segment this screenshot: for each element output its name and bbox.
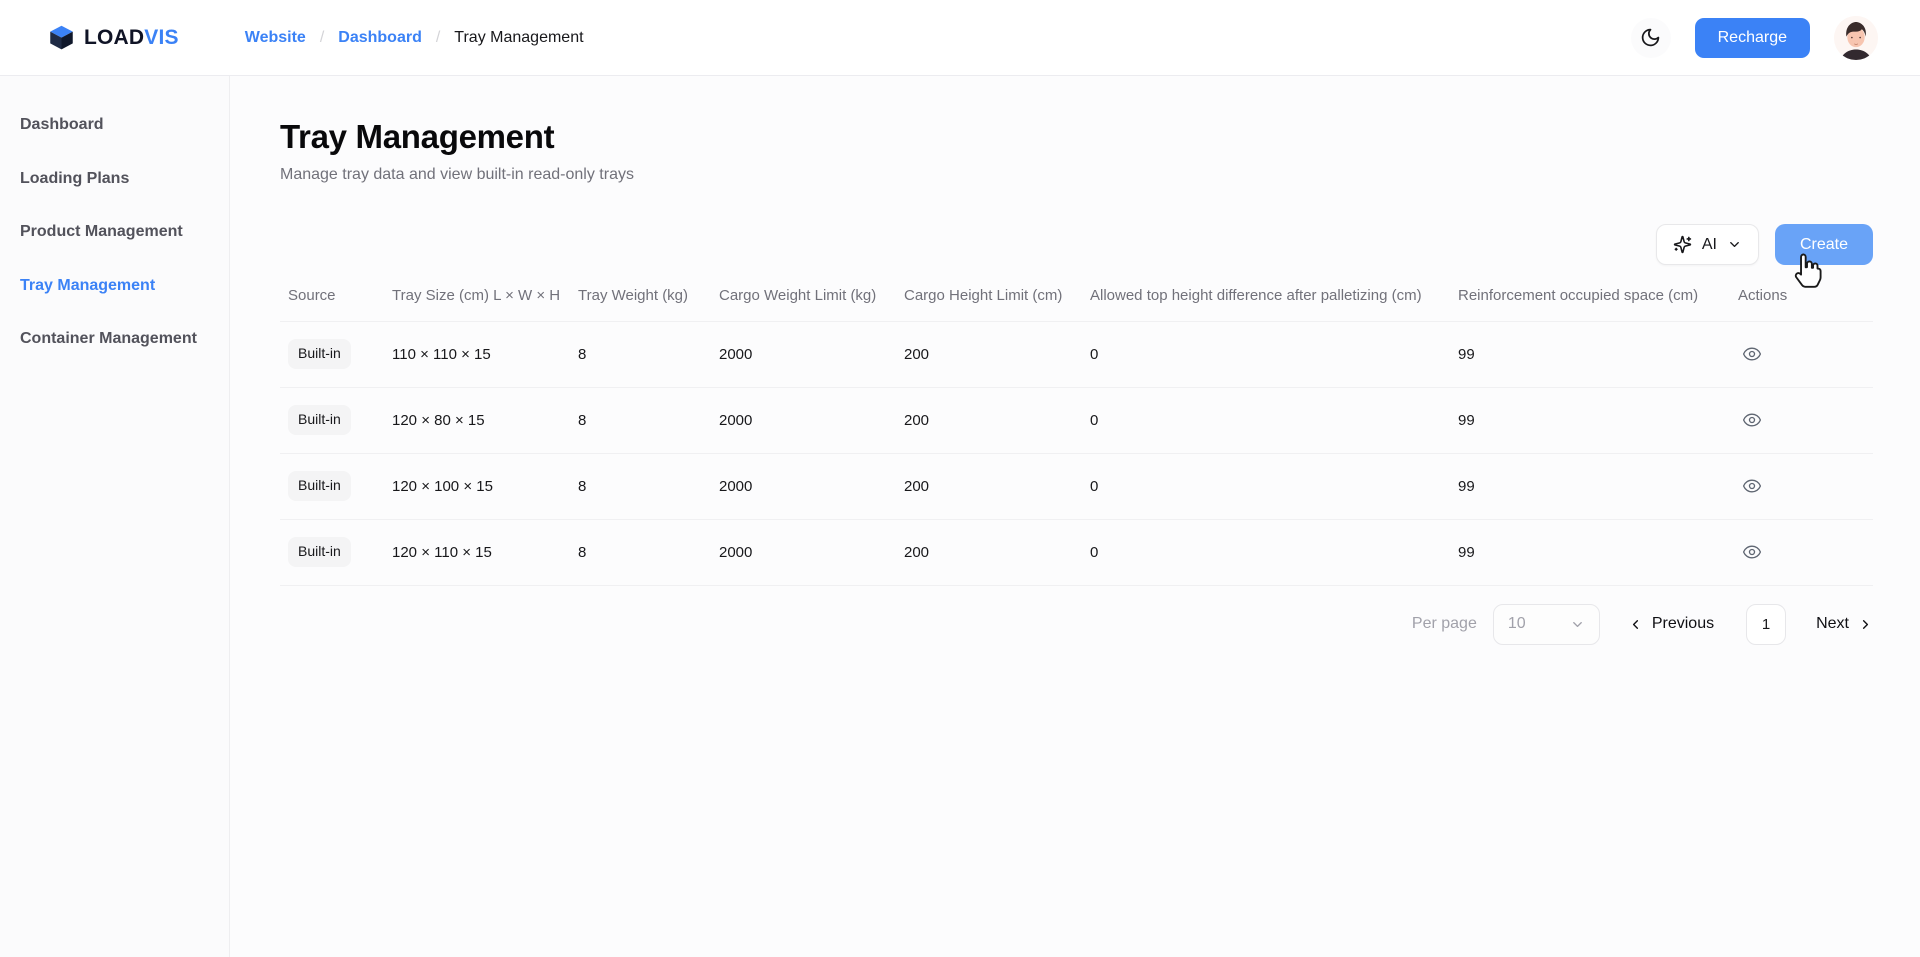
allowed-top-height-diff-cell: 0 [1082,453,1450,519]
sidebar: Dashboard Loading Plans Product Manageme… [0,76,230,957]
eye-icon [1742,410,1762,430]
chevron-down-icon [1570,617,1585,632]
breadcrumb-website[interactable]: Website [245,29,306,47]
source-badge: Built-in [288,471,351,501]
avatar[interactable] [1834,16,1878,60]
cargo-height-limit-cell: 200 [896,321,1082,387]
tray-size-cell: 110 × 110 × 15 [384,321,570,387]
sidebar-item-loading-plans[interactable]: Loading Plans [0,154,229,204]
page-subtitle: Manage tray data and view built-in read-… [280,166,1873,184]
table-row: Built-in 110 × 110 × 15 8 2000 200 0 99 [280,321,1873,387]
moon-icon [1640,27,1661,48]
column-header-tray-weight: Tray Weight (kg) [570,281,711,321]
ai-menu-button[interactable]: AI [1656,224,1759,265]
table-row: Built-in 120 × 80 × 15 8 2000 200 0 99 [280,387,1873,453]
chevron-down-icon [1727,237,1742,252]
eye-icon [1742,542,1762,562]
topbar: LOADVIS Website / Dashboard / Tray Manag… [0,0,1920,76]
brand-name: LOADVIS [84,26,179,50]
tray-table: Source Tray Size (cm) L × W × H Tray Wei… [280,281,1873,586]
allowed-top-height-diff-cell: 0 [1082,519,1450,585]
table-row: Built-in 120 × 100 × 15 8 2000 200 0 99 [280,453,1873,519]
current-page-indicator[interactable]: 1 [1746,604,1786,645]
view-button[interactable] [1738,406,1766,434]
cargo-weight-limit-cell: 2000 [711,453,896,519]
table-toolbar: AI Create [280,224,1873,265]
sidebar-item-dashboard[interactable]: Dashboard [0,100,229,150]
main-content: Tray Management Manage tray data and vie… [230,76,1920,957]
dark-mode-toggle[interactable] [1631,18,1671,58]
allowed-top-height-diff-cell: 0 [1082,387,1450,453]
chevron-left-icon [1628,617,1643,632]
chevron-right-icon [1858,617,1873,632]
cargo-weight-limit-cell: 2000 [711,387,896,453]
column-header-actions: Actions [1730,281,1873,321]
cube-logo-icon [48,24,75,51]
view-button[interactable] [1738,472,1766,500]
cargo-height-limit-cell: 200 [896,453,1082,519]
tray-size-cell: 120 × 100 × 15 [384,453,570,519]
column-header-allowed-top-height-diff: Allowed top height difference after pall… [1082,281,1450,321]
column-header-cargo-height-limit: Cargo Height Limit (cm) [896,281,1082,321]
cargo-height-limit-cell: 200 [896,387,1082,453]
pagination: Per page 10 Previous 1 Next [280,604,1873,645]
table-row: Built-in 120 × 110 × 15 8 2000 200 0 99 [280,519,1873,585]
source-badge: Built-in [288,405,351,435]
cargo-height-limit-cell: 200 [896,519,1082,585]
topbar-actions: Recharge [1631,16,1878,60]
table-header-row: Source Tray Size (cm) L × W × H Tray Wei… [280,281,1873,321]
column-header-cargo-weight-limit: Cargo Weight Limit (kg) [711,281,896,321]
tray-size-cell: 120 × 80 × 15 [384,387,570,453]
avatar-illustration [1834,16,1878,60]
next-label: Next [1816,615,1849,633]
tray-weight-cell: 8 [570,321,711,387]
eye-icon [1742,344,1762,364]
sidebar-item-container-management[interactable]: Container Management [0,314,229,364]
tray-size-cell: 120 × 110 × 15 [384,519,570,585]
next-page-button[interactable]: Next [1816,615,1873,633]
breadcrumb-current: Tray Management [454,29,583,47]
sidebar-item-tray-management[interactable]: Tray Management [0,261,229,311]
eye-icon [1742,476,1762,496]
breadcrumb-dashboard[interactable]: Dashboard [338,29,422,47]
allowed-top-height-diff-cell: 0 [1082,321,1450,387]
previous-page-button[interactable]: Previous [1628,615,1714,633]
tray-weight-cell: 8 [570,453,711,519]
previous-label: Previous [1652,615,1714,633]
sparkles-icon [1673,235,1692,254]
ai-button-label: AI [1702,236,1717,254]
breadcrumb-separator: / [320,29,324,47]
page-title: Tray Management [280,118,1873,156]
view-button[interactable] [1738,538,1766,566]
tray-weight-cell: 8 [570,387,711,453]
source-badge: Built-in [288,537,351,567]
view-button[interactable] [1738,340,1766,368]
cargo-weight-limit-cell: 2000 [711,519,896,585]
reinforcement-space-cell: 99 [1450,321,1730,387]
source-badge: Built-in [288,339,351,369]
reinforcement-space-cell: 99 [1450,387,1730,453]
per-page-label: Per page [1412,615,1477,633]
create-button[interactable]: Create [1775,224,1873,265]
brand-logo[interactable]: LOADVIS [48,24,179,51]
column-header-tray-size: Tray Size (cm) L × W × H [384,281,570,321]
column-header-reinforcement-space: Reinforcement occupied space (cm) [1450,281,1730,321]
recharge-button[interactable]: Recharge [1695,18,1810,58]
per-page-select[interactable]: 10 [1493,604,1600,645]
cargo-weight-limit-cell: 2000 [711,321,896,387]
column-header-source: Source [280,281,384,321]
per-page-value: 10 [1508,615,1526,633]
tray-weight-cell: 8 [570,519,711,585]
breadcrumb: Website / Dashboard / Tray Management [245,29,584,47]
reinforcement-space-cell: 99 [1450,453,1730,519]
breadcrumb-separator: / [436,29,440,47]
sidebar-item-product-management[interactable]: Product Management [0,207,229,257]
reinforcement-space-cell: 99 [1450,519,1730,585]
